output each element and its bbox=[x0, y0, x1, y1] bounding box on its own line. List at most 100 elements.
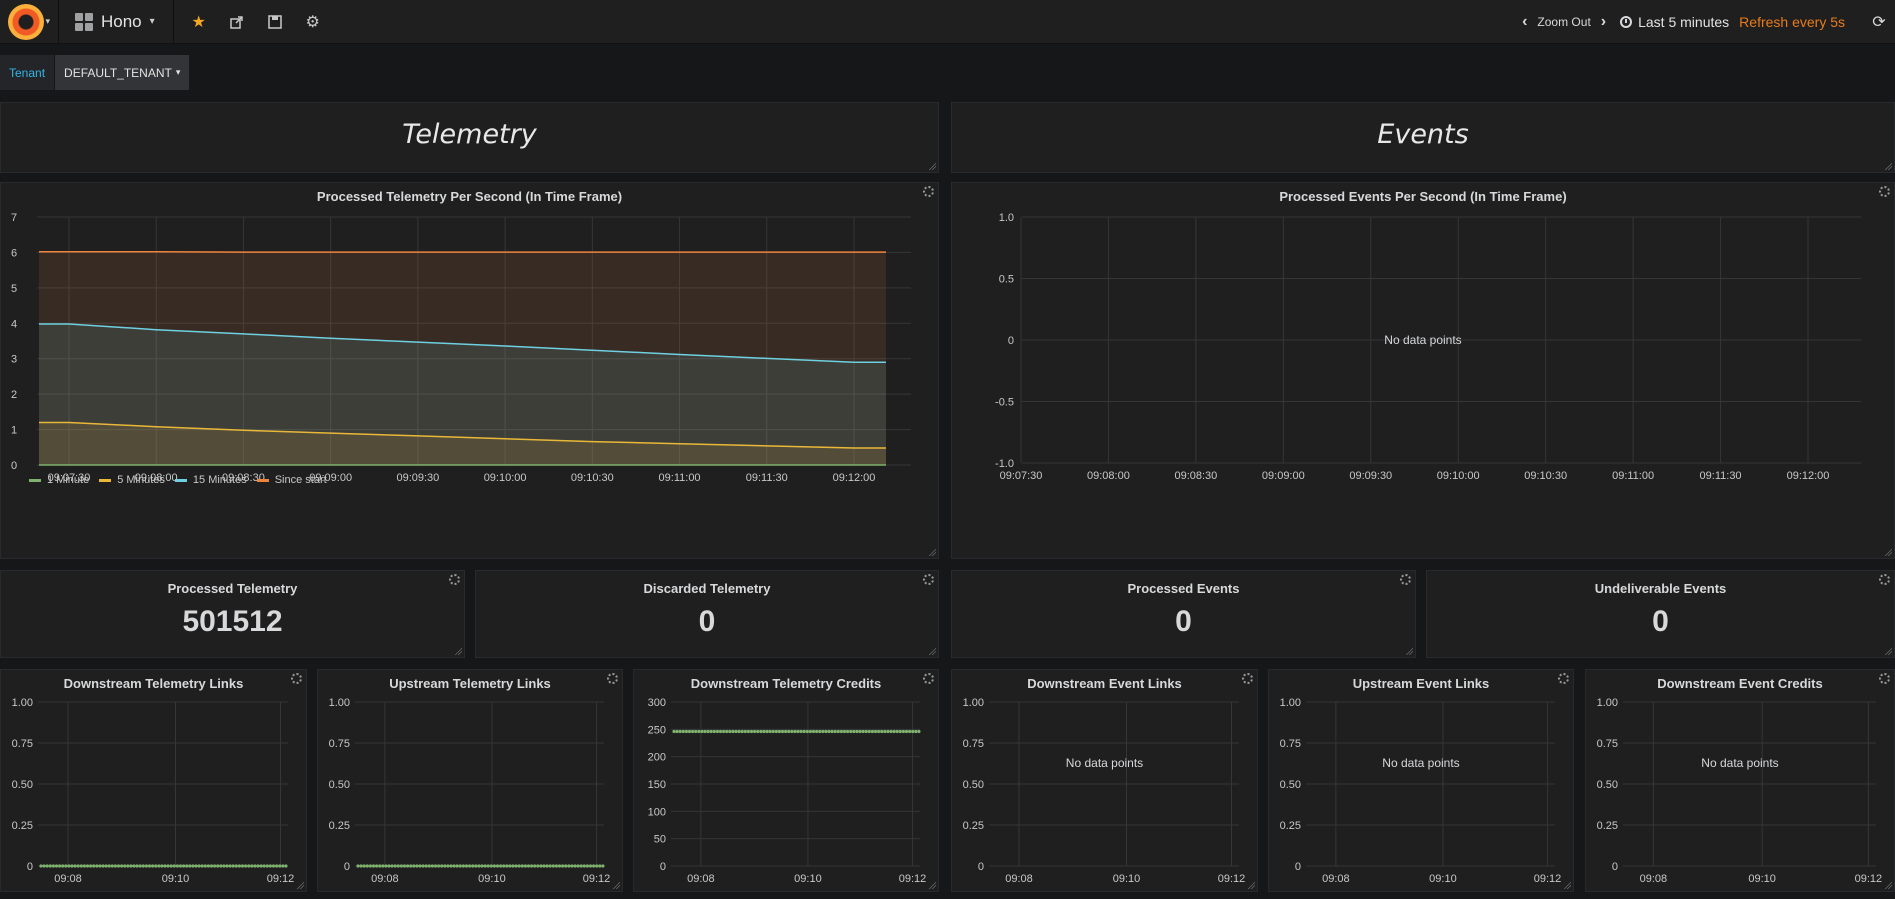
data-point bbox=[873, 729, 878, 734]
save-button[interactable] bbox=[256, 0, 294, 44]
stat-value: 0 bbox=[698, 605, 716, 638]
tenant-variable-dropdown[interactable]: DEFAULT_TENANT ▾ bbox=[55, 55, 190, 90]
legend-item[interactable]: 15 Minutes bbox=[174, 474, 247, 486]
chevron-left-icon[interactable]: ‹ bbox=[1522, 13, 1527, 31]
data-point bbox=[244, 864, 248, 868]
data-point bbox=[275, 864, 279, 868]
data-point bbox=[880, 729, 884, 734]
panel-title[interactable]: Downstream Telemetry Credits bbox=[634, 676, 938, 691]
y-tick-label: 0.75 bbox=[12, 738, 33, 750]
legend-item[interactable]: Since start bbox=[256, 474, 327, 486]
resize-handle[interactable] bbox=[928, 548, 936, 556]
panel-title[interactable]: Processed Events Per Second (In Time Fra… bbox=[952, 189, 1894, 204]
resize-handle[interactable] bbox=[1405, 647, 1413, 655]
data-point bbox=[827, 729, 831, 734]
navbar-divider bbox=[172, 0, 174, 44]
x-tick-label: 09:12 bbox=[1218, 873, 1246, 885]
loading-spinner-icon bbox=[1879, 574, 1890, 585]
data-point bbox=[808, 729, 812, 734]
stat-title[interactable]: Processed Events bbox=[952, 581, 1415, 596]
data-point bbox=[483, 864, 487, 868]
star-button[interactable]: ★ bbox=[180, 0, 218, 44]
data-point bbox=[365, 864, 369, 868]
resize-handle[interactable] bbox=[612, 881, 620, 889]
y-tick-label: 1.00 bbox=[963, 697, 984, 709]
resize-handle[interactable] bbox=[1247, 881, 1255, 889]
panel-title[interactable]: Downstream Event Credits bbox=[1586, 676, 1894, 691]
data-point bbox=[768, 729, 772, 734]
panel-title[interactable]: Downstream Telemetry Links bbox=[1, 676, 306, 691]
stat-title[interactable]: Processed Telemetry bbox=[1, 581, 464, 596]
resize-handle[interactable] bbox=[1884, 647, 1892, 655]
data-point bbox=[530, 864, 534, 868]
y-tick-label: 3 bbox=[11, 354, 17, 366]
legend-item[interactable]: 5 Minutes bbox=[99, 474, 165, 486]
data-point bbox=[861, 729, 865, 734]
x-tick-label: 09:08 bbox=[687, 873, 715, 885]
data-point bbox=[508, 864, 512, 868]
y-tick-label: 0 bbox=[344, 861, 350, 873]
share-button[interactable] bbox=[218, 0, 256, 44]
data-point bbox=[743, 729, 747, 734]
loading-spinner-icon bbox=[923, 673, 934, 684]
data-point bbox=[54, 864, 59, 868]
dashboard-picker[interactable]: Hono ▾ bbox=[65, 0, 167, 44]
y-tick-label: 0.50 bbox=[1280, 779, 1301, 791]
data-point bbox=[886, 729, 890, 734]
processed-events-stat: Processed Events 0 bbox=[951, 570, 1416, 658]
data-point bbox=[681, 729, 685, 734]
data-point bbox=[157, 864, 161, 868]
data-point bbox=[895, 729, 899, 734]
stat-title[interactable]: Discarded Telemetry bbox=[476, 581, 938, 596]
data-point bbox=[138, 864, 142, 868]
telemetry-rate-chart: 0123456709:07:30 09:08:00 09:08:30 09:09:00… bbox=[11, 212, 911, 484]
panel-title[interactable]: Downstream Event Links bbox=[952, 676, 1257, 691]
data-point bbox=[722, 729, 726, 734]
x-tick-label: 09:12 bbox=[1534, 873, 1562, 885]
y-tick-label: 7 bbox=[11, 212, 17, 224]
stat-title[interactable]: Undeliverable Events bbox=[1427, 581, 1894, 596]
y-tick-label: 100 bbox=[648, 806, 666, 818]
panel-title[interactable]: Upstream Telemetry Links bbox=[318, 676, 622, 691]
data-point bbox=[206, 864, 210, 868]
resize-handle[interactable] bbox=[454, 647, 462, 655]
panel-title[interactable]: Upstream Event Links bbox=[1269, 676, 1573, 691]
y-tick-label: 0.50 bbox=[329, 779, 350, 791]
panel-title[interactable]: Processed Telemetry Per Second (In Time … bbox=[1, 189, 938, 204]
resize-handle[interactable] bbox=[928, 162, 936, 170]
upstream-event-links-chart: 1.00 0.75 0.50 0.25 0 09:08 09:10 09:12 bbox=[1280, 697, 1562, 885]
refresh-icon[interactable]: ⟳ bbox=[1863, 12, 1895, 32]
settings-button[interactable]: ⚙ bbox=[294, 0, 332, 44]
y-tick-label: 0.75 bbox=[1280, 738, 1301, 750]
refresh-interval-label[interactable]: Refresh every 5s bbox=[1739, 14, 1845, 30]
resize-handle[interactable] bbox=[1884, 162, 1892, 170]
x-tick-label: 09:11:00 bbox=[1612, 470, 1654, 482]
time-range-picker[interactable]: Last 5 minutes bbox=[1620, 14, 1729, 30]
upstream-telemetry-links-chart: 1.00 0.75 0.50 0.25 0 09:08 09:10 09:12 bbox=[329, 697, 611, 885]
resize-handle[interactable] bbox=[928, 881, 936, 889]
resize-handle[interactable] bbox=[1884, 548, 1892, 556]
data-point bbox=[39, 864, 43, 868]
resize-handle[interactable] bbox=[296, 881, 304, 889]
grafana-menu-button[interactable]: ▾ bbox=[0, 0, 52, 44]
resize-handle[interactable] bbox=[1563, 881, 1571, 889]
resize-handle[interactable] bbox=[1884, 881, 1892, 889]
y-tick-label: 0.25 bbox=[12, 820, 33, 832]
data-point bbox=[82, 864, 86, 868]
legend-item[interactable]: 1 Minute bbox=[29, 474, 89, 486]
data-point bbox=[98, 864, 102, 868]
data-point bbox=[582, 864, 586, 868]
data-point bbox=[421, 864, 425, 868]
y-tick-label: 5 bbox=[11, 283, 17, 295]
x-tick-label: 09:10 bbox=[1748, 873, 1776, 885]
data-point bbox=[175, 864, 179, 868]
data-point bbox=[209, 864, 214, 868]
resize-handle[interactable] bbox=[928, 647, 936, 655]
loading-spinner-icon bbox=[607, 673, 618, 684]
data-point bbox=[864, 729, 868, 734]
data-point bbox=[42, 864, 46, 868]
data-point bbox=[433, 864, 438, 868]
data-point bbox=[113, 864, 117, 868]
zoom-out-button[interactable]: Zoom Out bbox=[1537, 15, 1590, 29]
chevron-right-icon[interactable]: › bbox=[1601, 13, 1606, 31]
